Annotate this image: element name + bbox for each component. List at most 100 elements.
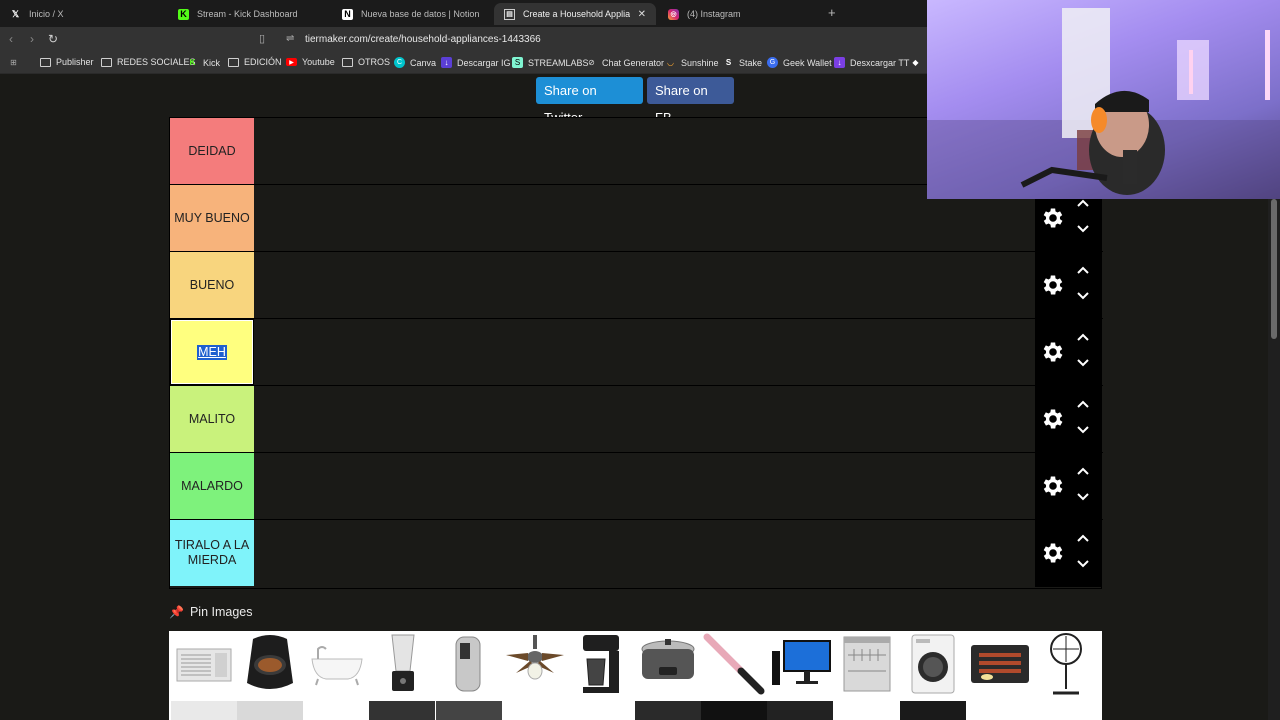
bookmark-descargar-tt[interactable]: ↓ Desxcargar TT [834,57,909,68]
slow-cooker-image[interactable] [635,631,701,697]
tier-drop-zone[interactable] [254,453,1035,519]
apps-icon[interactable]: ⊞ [8,57,24,68]
standing-fan-image[interactable] [1033,631,1099,697]
bookmark-icon[interactable]: ▯ [259,32,265,45]
tier-drop-zone[interactable] [254,118,1035,184]
image-thumb-partial[interactable] [237,701,303,720]
gear-icon[interactable] [1040,272,1066,298]
move-down-icon[interactable] [1076,559,1090,569]
tier-label-text-selected[interactable]: MEH [197,344,227,360]
gear-icon[interactable] [1040,205,1066,231]
bookmark-label: Publisher [56,57,94,67]
image-thumb-partial[interactable] [436,701,502,720]
tier-label-malito[interactable]: MALITO [170,386,254,452]
tier-label-bueno[interactable]: BUENO [170,252,254,318]
move-down-icon[interactable] [1076,358,1090,368]
griddle-image[interactable] [967,631,1033,697]
move-down-icon[interactable] [1076,291,1090,301]
tab-x[interactable]: 𝕏 Inicio / X [0,3,168,25]
image-thumb-partial[interactable] [369,701,435,720]
stake-logo-icon: S [725,58,732,67]
move-up-icon[interactable] [1076,533,1090,543]
gear-icon[interactable] [1040,473,1066,499]
tier-drop-zone[interactable] [254,252,1035,318]
image-pool [169,631,1102,720]
tier-drop-zone[interactable] [254,520,1035,586]
tier-label-deidad[interactable]: DEIDAD [170,118,254,184]
share-twitter-button[interactable]: Share on Twitter [536,77,643,125]
bookmark-redes-sociales[interactable]: REDES SOCIALES [101,57,196,67]
bookmark-kick[interactable]: K Kick [187,57,220,68]
tab-title: Inicio / X [29,9,64,19]
tab-notion[interactable]: N Nueva base de datos | Notion [332,3,494,25]
move-up-icon[interactable] [1076,198,1090,208]
move-up-icon[interactable] [1076,265,1090,275]
close-tab-icon[interactable]: ✕ [638,9,646,20]
bookmark-stake[interactable]: S Stake [723,57,762,68]
bathtub-image[interactable] [304,631,370,697]
scrollbar-thumb[interactable] [1271,199,1277,339]
gear-icon[interactable] [1040,406,1066,432]
move-down-icon[interactable] [1076,224,1090,234]
image-thumb-partial[interactable] [171,701,237,720]
back-icon[interactable]: ‹ [9,32,13,46]
bookmark-descargar-ig[interactable]: ↓ Descargar IG [441,57,511,68]
bookmark-streamlabs[interactable]: S STREAMLABS [512,57,589,68]
bookmark-youtube[interactable]: ▶ Youtube [286,57,335,67]
site-info-icon[interactable]: ⇌ [286,33,294,44]
bookmark-sunshine[interactable]: ◡ Sunshine [665,57,719,68]
air-fryer-image[interactable] [237,631,303,697]
blender-image[interactable] [370,631,436,697]
tier-drop-zone[interactable] [254,386,1035,452]
forward-icon[interactable]: › [30,32,34,46]
bookmark-geek-wallet[interactable]: G Geek Wallet [767,57,832,68]
bookmark-more-icon[interactable]: ◆ [910,57,926,68]
reload-icon[interactable]: ↻ [48,32,58,46]
pin-images-header: 📌 Pin Images [169,605,252,619]
share-facebook-button[interactable]: Share on FB [647,77,734,125]
move-down-icon[interactable] [1076,492,1090,502]
tier-label-meh[interactable]: MEH [170,319,254,385]
tier-label-tiralo[interactable]: TIRALO A LA MIERDA [170,520,254,586]
bookmark-chat-generator[interactable]: ⊘ Chat Generator [586,57,664,68]
gear-icon[interactable] [1040,540,1066,566]
new-tab-button[interactable]: + [828,5,836,20]
bookmark-label: EDICIÓN [244,57,282,67]
tiktok-icon: ↓ [834,57,845,68]
desktop-computer-image[interactable] [768,631,834,697]
tier-label-muy-bueno[interactable]: MUY BUENO [170,185,254,251]
bookmark-otros[interactable]: OTROS [342,57,390,67]
tier-controls [1035,252,1102,319]
washing-machine-image[interactable] [900,631,966,697]
ceiling-fan-image[interactable] [502,631,568,697]
bookmark-canva[interactable]: C Canva [394,57,436,68]
tab-kick[interactable]: K Stream - Kick Dashboard [168,3,334,25]
move-up-icon[interactable] [1076,399,1090,409]
tier-label-malardo[interactable]: MALARDO [170,453,254,519]
bookmark-edicion[interactable]: EDICIÓN [228,57,282,67]
move-up-icon[interactable] [1076,466,1090,476]
bookmark-label: Desxcargar TT [850,57,910,68]
bookmark-publisher[interactable]: Publisher [40,57,94,67]
dishwasher-image[interactable] [834,631,900,697]
move-up-icon[interactable] [1076,332,1090,342]
image-thumb-partial[interactable] [767,701,833,720]
air-conditioner-image[interactable] [171,631,237,697]
tab-tiermaker[interactable]: ▤ Create a Household Appliances ✕ [494,3,656,25]
tiermaker-icon: ▤ [504,8,515,20]
image-thumb-partial[interactable] [900,701,966,720]
tier-drop-zone[interactable] [254,185,1035,251]
bookmark-label: Descargar IG [457,57,511,68]
can-opener-image[interactable] [436,631,502,697]
tab-instagram[interactable]: ◎ (4) Instagram [658,3,822,25]
coffee-maker-image[interactable] [569,631,635,697]
page-scrollbar[interactable] [1268,199,1280,720]
curling-iron-image[interactable] [701,631,767,697]
youtube-logo-icon: ▶ [286,58,297,66]
move-down-icon[interactable] [1076,425,1090,435]
gear-icon[interactable] [1040,339,1066,365]
tier-drop-zone[interactable] [254,319,1035,385]
image-thumb-partial[interactable] [701,701,767,720]
image-thumb-partial[interactable] [635,701,701,720]
address-bar[interactable]: tiermaker.com/create/household-appliance… [305,34,541,45]
